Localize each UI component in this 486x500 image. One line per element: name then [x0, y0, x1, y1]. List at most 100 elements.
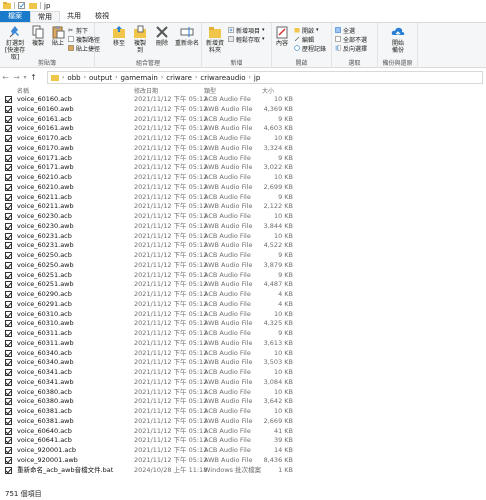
file-row[interactable]: voice_60311.awb 2021/11/12 下午 05:12 AWB Au… — [0, 339, 486, 349]
row-checkbox[interactable] — [5, 213, 12, 220]
file-row[interactable]: voice_60380.acb 2021/11/12 下午 05:12 ACB Au… — [0, 388, 486, 398]
forward-arrow-icon[interactable]: → — [11, 73, 22, 82]
file-row[interactable]: voice_60161.awb 2021/11/12 下午 05:12 AWB Au… — [0, 124, 486, 134]
invert-selection-button[interactable]: 反向選擇 — [335, 44, 367, 53]
row-checkbox[interactable] — [5, 310, 12, 318]
file-row[interactable]: voice_60380.awb 2021/11/12 下午 05:12 AWB Au… — [0, 397, 486, 407]
file-row[interactable]: voice_60291.acb 2021/11/12 下午 05:12 ACB Au… — [0, 300, 486, 310]
file-row[interactable]: voice_60160.acb 2021/11/12 下午 05:12 ACB Au… — [0, 95, 486, 105]
row-checkbox[interactable] — [5, 466, 12, 474]
row-checkbox[interactable] — [5, 369, 12, 376]
row-checkbox[interactable] — [5, 115, 12, 123]
copy-to-button[interactable]: 複製到 — [132, 25, 148, 54]
row-checkbox[interactable] — [5, 271, 12, 279]
file-row[interactable]: voice_60310.awb 2021/11/12 下午 05:12 AWB Au… — [0, 319, 486, 329]
row-checkbox[interactable] — [5, 349, 12, 357]
row-checkbox[interactable] — [5, 105, 12, 113]
breadcrumb-output[interactable]: output — [89, 74, 112, 82]
file-row[interactable]: voice_60341.acb 2021/11/12 下午 05:12 ACB Au… — [0, 368, 486, 378]
select-none-button[interactable]: 全部不選 — [335, 35, 367, 44]
file-row[interactable]: voice_60341.awb 2021/11/12 下午 05:12 AWB Au… — [0, 378, 486, 388]
file-row[interactable]: voice_60381.acb 2021/11/12 下午 05:12 ACB Au… — [0, 407, 486, 417]
row-checkbox[interactable] — [5, 456, 12, 464]
row-checkbox[interactable] — [5, 339, 12, 347]
address-bar[interactable]: › obb › output › gamemain › criware › cr… — [47, 71, 483, 84]
pin-quick-access-button[interactable]: 釘選到[快速存取] — [2, 25, 28, 61]
row-checkbox[interactable] — [5, 300, 12, 308]
file-row[interactable]: voice_60310.acb 2021/11/12 下午 05:12 ACB Au… — [0, 310, 486, 320]
file-row[interactable]: voice_60230.acb 2021/11/12 下午 05:12 ACB Au… — [0, 212, 486, 222]
tab-file[interactable]: 檔案 — [0, 11, 30, 22]
row-checkbox[interactable] — [5, 125, 12, 133]
up-arrow-icon[interactable]: ↑ — [28, 73, 39, 82]
new-item-button[interactable]: 新增項目 ▾ — [228, 26, 265, 35]
row-checkbox[interactable] — [5, 359, 12, 367]
row-checkbox[interactable] — [5, 437, 12, 445]
file-row[interactable]: voice_60160.awb 2021/11/12 下午 05:12 AWB Au… — [0, 105, 486, 115]
row-checkbox[interactable] — [5, 398, 12, 406]
row-checkbox[interactable] — [5, 261, 12, 269]
breadcrumb-jp[interactable]: jp — [254, 74, 260, 82]
file-row[interactable]: voice_920001.acb 2021/11/12 下午 05:12 ACB A… — [0, 446, 486, 456]
file-row[interactable]: voice_60640.acb 2021/11/12 下午 05:12 ACB Au… — [0, 427, 486, 437]
file-row[interactable]: voice_920001.awb 2021/11/12 下午 05:12 AWB A… — [0, 456, 486, 466]
row-checkbox[interactable] — [5, 135, 12, 142]
row-checkbox[interactable] — [5, 232, 12, 240]
file-row[interactable]: voice_60340.acb 2021/11/12 下午 05:12 ACB Au… — [0, 349, 486, 359]
row-checkbox[interactable] — [5, 144, 12, 152]
file-row[interactable]: voice_60311.acb 2021/11/12 下午 05:12 ACB Au… — [0, 329, 486, 339]
row-checkbox[interactable] — [5, 193, 12, 201]
file-row[interactable]: 重新命名_acb_awb音檔文件.bat 2024/10/28 上午 11:18 W… — [0, 466, 486, 476]
column-type[interactable]: 類型 — [204, 86, 216, 95]
row-checkbox[interactable] — [5, 252, 12, 259]
row-checkbox[interactable] — [5, 388, 12, 396]
row-checkbox[interactable] — [5, 154, 12, 162]
column-size[interactable]: 大小 — [262, 86, 274, 95]
cut-button[interactable]: ✂ 剪下 — [68, 26, 88, 35]
tab-view[interactable]: 檢視 — [88, 11, 116, 22]
row-checkbox[interactable] — [5, 242, 12, 250]
row-checkbox[interactable] — [5, 291, 12, 298]
row-checkbox[interactable] — [5, 320, 12, 328]
history-button[interactable]: 歷程記錄 — [294, 44, 326, 53]
file-row[interactable]: voice_60211.acb 2021/11/12 下午 05:12 ACB Au… — [0, 193, 486, 203]
row-checkbox[interactable] — [5, 408, 12, 415]
file-row[interactable]: voice_60231.acb 2021/11/12 下午 05:12 ACB Au… — [0, 232, 486, 242]
start-backup-button[interactable]: 開始備份 — [388, 25, 408, 54]
file-row[interactable]: voice_60340.awb 2021/11/12 下午 05:12 AWB Au… — [0, 358, 486, 368]
file-row[interactable]: voice_60210.awb 2021/11/12 下午 05:12 AWB Au… — [0, 183, 486, 193]
quick-access-check-icon[interactable] — [18, 2, 26, 9]
open-button[interactable]: 開啟 ▾ — [294, 26, 319, 35]
column-date[interactable]: 修改日期 — [134, 86, 158, 95]
file-row[interactable]: voice_60171.awb 2021/11/12 下午 05:12 AWB Au… — [0, 163, 486, 173]
row-checkbox[interactable] — [5, 222, 12, 230]
column-name[interactable]: 名稱 — [17, 86, 29, 95]
row-checkbox[interactable] — [5, 378, 12, 386]
file-row[interactable]: voice_60641.acb 2021/11/12 下午 05:12 ACB Au… — [0, 436, 486, 446]
file-row[interactable]: voice_60381.awb 2021/11/12 下午 05:12 AWB Au… — [0, 417, 486, 427]
row-checkbox[interactable] — [5, 417, 12, 425]
file-row[interactable]: voice_60170.awb 2021/11/12 下午 05:12 AWB Au… — [0, 144, 486, 154]
move-to-button[interactable]: 移至 — [112, 25, 126, 47]
row-checkbox[interactable] — [5, 164, 12, 172]
breadcrumb-criwareaudio[interactable]: criwareaudio — [200, 74, 245, 82]
back-arrow-icon[interactable]: ← — [0, 73, 11, 82]
delete-button[interactable]: 刪除 — [155, 25, 169, 47]
file-row[interactable]: voice_60250.acb 2021/11/12 下午 05:12 ACB Au… — [0, 251, 486, 261]
row-checkbox[interactable] — [5, 427, 12, 435]
tab-share[interactable]: 共用 — [60, 11, 88, 22]
file-row[interactable]: voice_60290.acb 2021/11/12 下午 05:12 ACB Au… — [0, 290, 486, 300]
select-all-button[interactable]: 全選 — [335, 26, 355, 35]
row-checkbox[interactable] — [5, 174, 12, 181]
row-checkbox[interactable] — [5, 330, 12, 337]
file-row[interactable]: voice_60161.acb 2021/11/12 下午 05:12 ACB Au… — [0, 115, 486, 125]
edit-button[interactable]: 編輯 — [294, 35, 314, 44]
file-row[interactable]: voice_60251.acb 2021/11/12 下午 05:12 ACB Au… — [0, 271, 486, 281]
file-row[interactable]: voice_60231.awb 2021/11/12 下午 05:12 AWB Au… — [0, 241, 486, 251]
row-checkbox[interactable] — [5, 281, 12, 289]
file-row[interactable]: voice_60171.acb 2021/11/12 下午 05:12 ACB Au… — [0, 154, 486, 164]
row-checkbox[interactable] — [5, 447, 12, 454]
tab-home[interactable]: 常用 — [30, 11, 60, 22]
breadcrumb-criware[interactable]: criware — [166, 74, 192, 82]
breadcrumb-gamemain[interactable]: gamemain — [120, 74, 157, 82]
